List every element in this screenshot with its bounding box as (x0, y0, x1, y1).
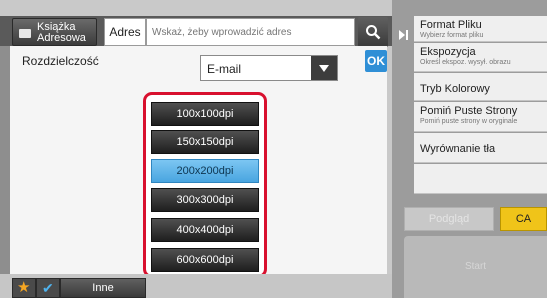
favorite-button[interactable]: ★ (12, 278, 36, 298)
sidebar-item-subtitle: Określ ekspoz. wysył. obrazu (420, 59, 511, 66)
resolution-label: Rozdzielczość (22, 54, 99, 68)
clear-all-button[interactable]: CA (500, 207, 547, 231)
resolution-option-600[interactable]: 600x600dpi (151, 248, 259, 272)
sidebar-item-title: Wyrównanie tła (420, 143, 496, 155)
resolution-option-400[interactable]: 400x400dpi (151, 218, 259, 242)
sidebar-item-title: Tryb Kolorowy (420, 83, 490, 95)
start-button[interactable]: Start (404, 236, 547, 298)
sidebar-item-title: Format Pliku (420, 19, 482, 31)
sidebar-item-exposure[interactable]: Ekspozycja Określ ekspoz. wysył. obrazu (414, 43, 547, 72)
address-book-button[interactable]: Książka Adresowa (12, 18, 97, 46)
resolution-option-300[interactable]: 300x300dpi (151, 188, 259, 212)
sidebar-item-file-format[interactable]: Format Pliku Wybierz format pliku (414, 16, 547, 42)
sidebar-item-skip-blank-pages[interactable]: Pomiń Puste Strony Pomiń puste strony w … (414, 102, 547, 132)
preview-button[interactable]: Podgląd (404, 207, 494, 231)
sidebar-item-title: Ekspozycja (420, 46, 476, 58)
left-panel-strip (0, 46, 10, 274)
sidebar-item-background-adjustment[interactable]: Wyrównanie tła (414, 133, 547, 163)
ok-button[interactable]: OK (365, 50, 387, 72)
check-icon: ✔ (42, 280, 54, 296)
resolution-option-100[interactable]: 100x100dpi (151, 102, 259, 126)
mode-dropdown-value: E-mail (207, 62, 242, 76)
resolution-option-150[interactable]: 150x150dpi (151, 130, 259, 154)
address-book-icon (19, 29, 31, 38)
sidebar-item-subtitle: Wybierz format pliku (420, 32, 484, 39)
search-icon (366, 25, 381, 40)
address-button[interactable]: Adres (104, 18, 146, 46)
sidebar-item-title: Pomiń Puste Strony (420, 105, 518, 117)
address-input[interactable] (146, 18, 355, 46)
sidebar-item-color-mode[interactable]: Tryb Kolorowy (414, 73, 547, 101)
search-button[interactable] (358, 17, 388, 47)
resolution-option-200[interactable]: 200x200dpi (151, 159, 259, 183)
sidebar-item-subtitle: Pomiń puste strony w oryginale (420, 118, 518, 125)
mode-dropdown[interactable]: E-mail (200, 55, 338, 81)
dropdown-arrow[interactable] (311, 56, 337, 80)
checkmark-button[interactable]: ✔ (36, 278, 60, 298)
collapse-panel-icon[interactable] (396, 28, 410, 42)
star-icon: ★ (17, 279, 31, 296)
other-button[interactable]: Inne (60, 278, 146, 298)
address-book-label: Książka Adresowa (37, 21, 86, 44)
sidebar-item-empty (414, 164, 547, 194)
chevron-down-icon (319, 65, 329, 72)
